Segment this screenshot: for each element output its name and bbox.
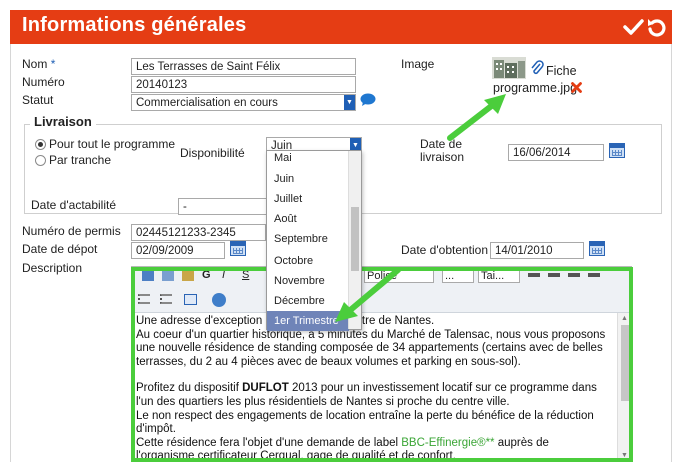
annotation-arrows bbox=[335, 94, 506, 322]
arrow-to-trimestre bbox=[345, 267, 401, 315]
arrow-to-image bbox=[447, 101, 497, 141]
